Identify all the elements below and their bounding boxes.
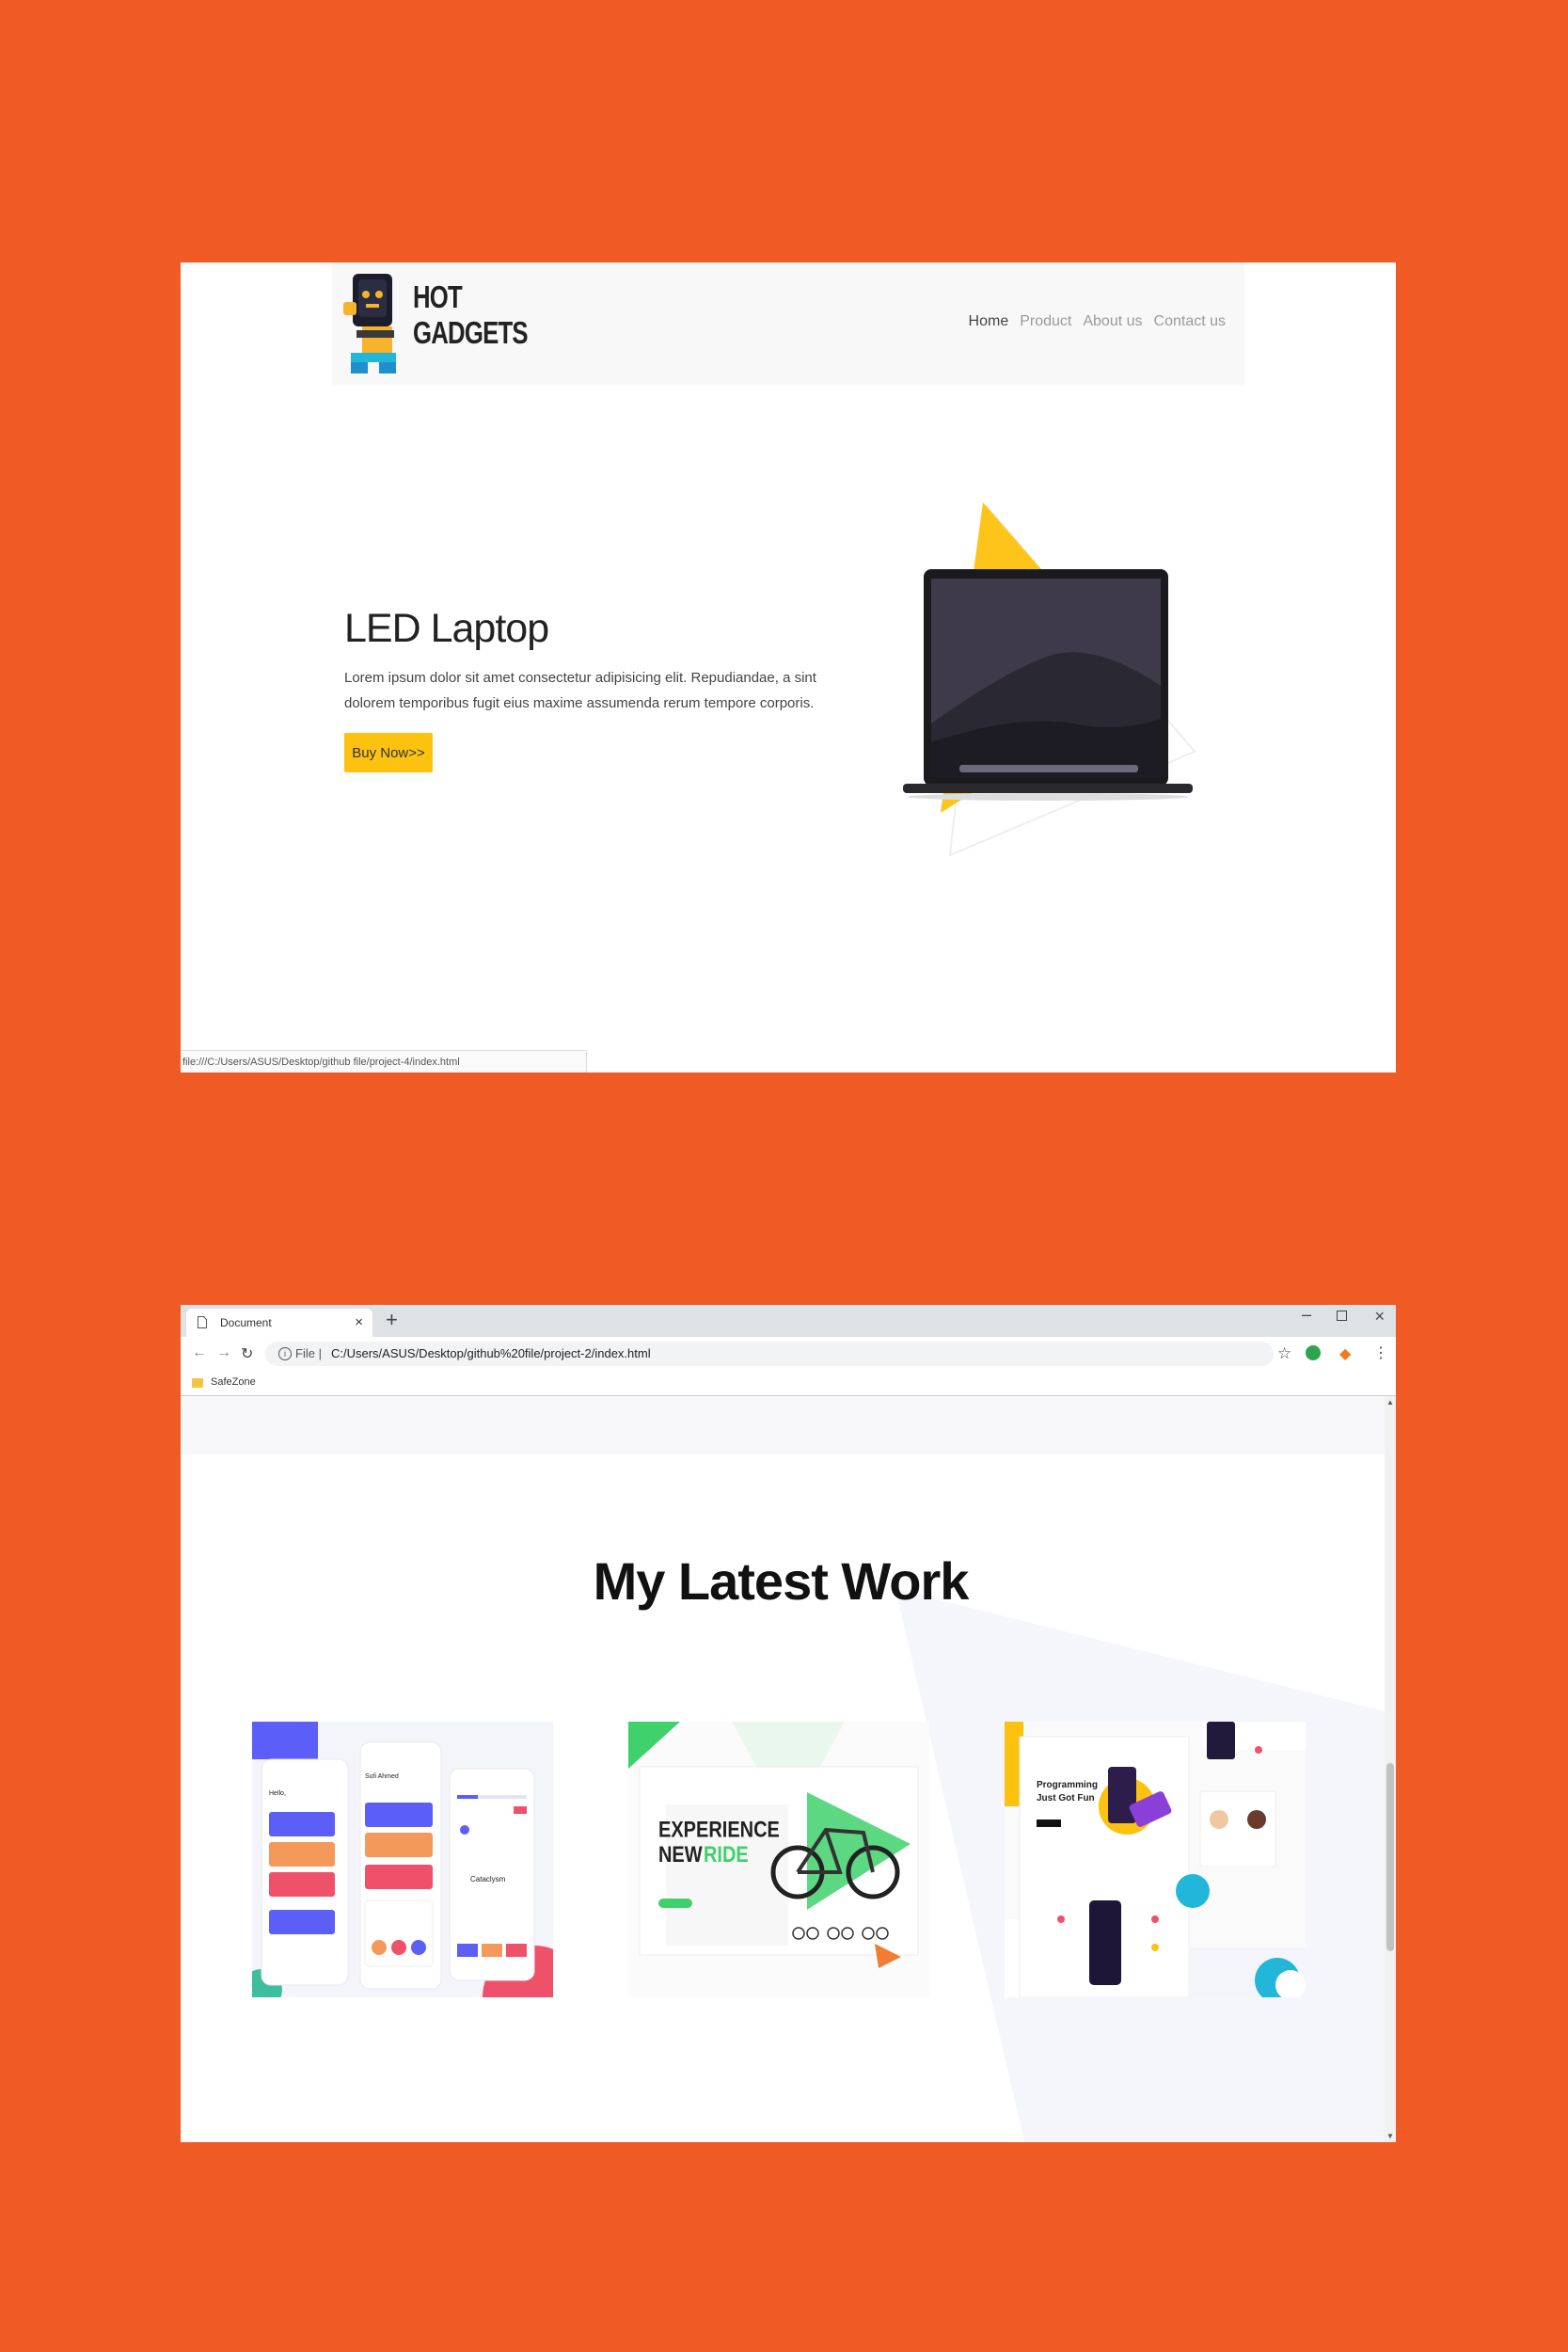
card1-name: Sufi Ahmed: [365, 1773, 399, 1780]
buy-now-button[interactable]: Buy Now>>: [344, 733, 433, 772]
brand-logo-text[interactable]: HOT GADGETS: [413, 279, 529, 351]
address-prefix-text: File: [295, 1346, 315, 1360]
programming-mockup-image: Programming Just Got Fun: [1005, 1722, 1306, 1997]
new-tab-icon[interactable]: +: [386, 1308, 398, 1332]
tab-title: Document: [220, 1316, 272, 1329]
nav-contact-link[interactable]: Contact us: [1154, 313, 1226, 330]
laptop-hero-image: [903, 502, 1196, 857]
navbar: HOT GADGETS Home Product About us Contac…: [332, 262, 1244, 385]
section-title: My Latest Work: [593, 1551, 970, 1611]
card2-new: NEW: [658, 1841, 703, 1867]
top-band: [181, 1396, 1394, 1454]
card3-just-got-fun: Just Got Fun: [1037, 1793, 1095, 1804]
bookmark-safezone[interactable]: SafeZone: [211, 1376, 256, 1388]
work-card-mobile-app[interactable]: Hello, Sufi Ahmed Cataclysm: [252, 1722, 553, 1997]
address-prefix: File |: [295, 1346, 322, 1360]
bike-landing-mockup-image: EXPERIENCE NEW RIDE: [628, 1722, 929, 1997]
nav-about-link[interactable]: About us: [1083, 313, 1142, 330]
nav-links: Home Product About us Contact us: [969, 313, 1226, 330]
info-icon[interactable]: i: [278, 1347, 292, 1360]
card1-cataclysm: Cataclysm: [470, 1875, 506, 1883]
extension-fox-icon[interactable]: ◆: [1339, 1344, 1351, 1363]
extension-green-icon[interactable]: [1306, 1345, 1321, 1360]
page-content: My Latest Work Hello, Sufi Ahmed Catacly…: [181, 1396, 1394, 2142]
card1-greeting: Hello,: [269, 1790, 286, 1797]
window-close-icon[interactable]: ×: [1374, 1307, 1385, 1327]
tab-close-icon[interactable]: ×: [355, 1314, 363, 1330]
hero-title: LED Laptop: [344, 606, 549, 651]
reload-icon[interactable]: ↻: [241, 1344, 253, 1363]
back-arrow-icon[interactable]: ←: [192, 1344, 207, 1361]
robot-mascot-logo-icon[interactable]: [343, 274, 405, 373]
mobile-app-mockup-image: Hello, Sufi Ahmed Cataclysm: [252, 1722, 553, 1997]
minimize-icon[interactable]: –: [1302, 1305, 1311, 1325]
browser-tab[interactable]: Document ×: [186, 1309, 372, 1337]
vertical-scrollbar[interactable]: ▲ ▼: [1385, 1396, 1396, 2142]
forward-arrow-icon[interactable]: →: [216, 1344, 231, 1361]
scroll-up-arrow-icon[interactable]: ▲: [1386, 1398, 1394, 1406]
nav-product-link[interactable]: Product: [1020, 313, 1071, 330]
address-url: C:/Users/ASUS/Desktop/github%20file/proj…: [331, 1346, 651, 1360]
menu-kebab-icon[interactable]: ⋮: [1373, 1343, 1388, 1362]
nav-home-link[interactable]: Home: [969, 313, 1009, 330]
bookmarks-bar: SafeZone: [181, 1371, 1396, 1396]
status-bar-url: file:///C:/Users/ASUS/Desktop/github fil…: [181, 1050, 587, 1073]
tab-bar: Document × + – ×: [181, 1305, 1396, 1337]
maximize-icon[interactable]: [1337, 1311, 1347, 1321]
scrollbar-thumb[interactable]: [1386, 1763, 1394, 1951]
browser-screenshot-latest-work: Document × + – × ← → ↻ i File | C:/Users…: [181, 1305, 1396, 2142]
work-card-bike-landing[interactable]: EXPERIENCE NEW RIDE: [628, 1722, 929, 1997]
scroll-down-arrow-icon[interactable]: ▼: [1386, 2132, 1394, 2140]
card2-experience: EXPERIENCE: [658, 1817, 780, 1842]
card2-ride: RIDE: [704, 1841, 749, 1867]
address-bar[interactable]: i File | C:/Users/ASUS/Desktop/github%20…: [265, 1342, 1274, 1366]
folder-icon: [192, 1378, 203, 1388]
work-card-programming[interactable]: Programming Just Got Fun: [1005, 1722, 1306, 1997]
bookmark-star-icon[interactable]: ☆: [1277, 1344, 1291, 1363]
brand-line-2: GADGETS: [413, 315, 529, 350]
card3-programming: Programming: [1037, 1780, 1098, 1790]
website-screenshot-hot-gadgets: HOT GADGETS Home Product About us Contac…: [181, 262, 1396, 1073]
brand-line-1: HOT: [413, 279, 463, 314]
browser-toolbar: ← → ↻ i File | C:/Users/ASUS/Desktop/git…: [181, 1337, 1396, 1371]
document-icon: [198, 1316, 207, 1328]
hero-description: Lorem ipsum dolor sit amet consectetur a…: [344, 670, 816, 711]
